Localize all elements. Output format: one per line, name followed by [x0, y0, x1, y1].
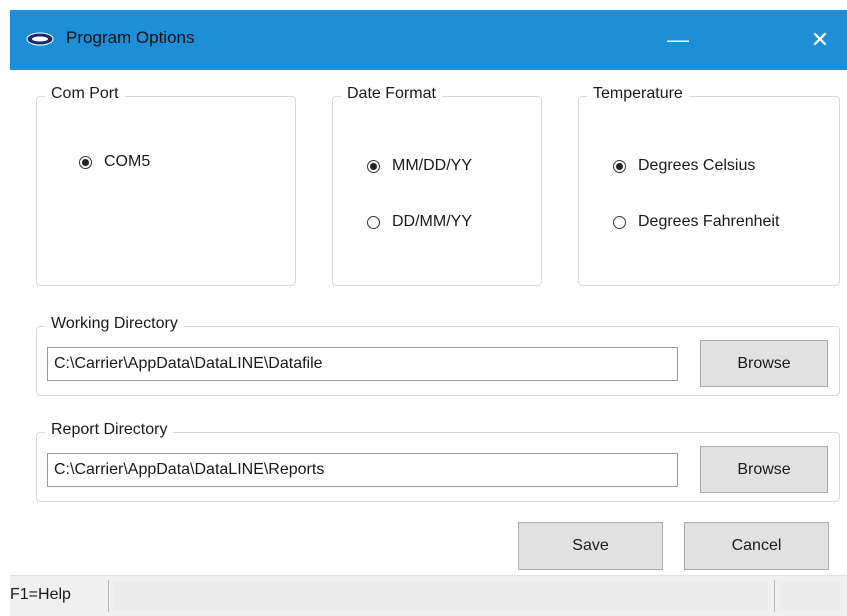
status-separator [774, 580, 775, 612]
status-bar: F1=Help [10, 575, 847, 616]
working-directory-browse-label: Browse [737, 354, 791, 372]
save-button[interactable]: Save [518, 522, 663, 570]
radio-dd-mm-yy-circle[interactable] [367, 215, 380, 229]
radio-degrees-celsius-circle[interactable] [613, 159, 626, 173]
close-button[interactable]: ✕ [792, 10, 847, 70]
minimize-button[interactable]: — [650, 10, 706, 70]
title-bar[interactable]: Program Options — ✕ [10, 10, 847, 70]
report-directory-browse-label: Browse [737, 460, 791, 478]
radio-dd-mm-yy-label: DD/MM/YY [392, 213, 472, 230]
radio-com5-circle[interactable] [79, 155, 92, 169]
cancel-button[interactable]: Cancel [684, 522, 829, 570]
minimize-icon: — [667, 27, 689, 52]
radio-degrees-celsius-label: Degrees Celsius [638, 157, 756, 174]
radio-com5-label: COM5 [104, 153, 151, 170]
radio-dd-mm-yy[interactable]: DD/MM/YY [367, 213, 472, 231]
save-button-label: Save [572, 537, 609, 554]
working-directory-legend: Working Directory [45, 315, 184, 333]
radio-com5[interactable]: COM5 [79, 153, 150, 171]
working-directory-input[interactable] [47, 347, 678, 381]
temperature-group: Temperature Degrees Celsius Degrees Fahr… [578, 85, 840, 286]
radio-mm-dd-yy-circle[interactable] [367, 159, 380, 173]
radio-mm-dd-yy-label: MM/DD/YY [392, 157, 472, 174]
close-icon: ✕ [810, 27, 830, 52]
radio-mm-dd-yy[interactable]: MM/DD/YY [367, 157, 472, 175]
date-format-group: Date Format MM/DD/YY DD/MM/YY [332, 85, 542, 286]
report-directory-browse-button[interactable]: Browse [700, 446, 828, 493]
radio-degrees-fahrenheit-circle[interactable] [613, 215, 626, 229]
temperature-legend: Temperature [587, 85, 689, 103]
radio-degrees-fahrenheit[interactable]: Degrees Fahrenheit [613, 213, 779, 231]
report-directory-input[interactable] [47, 453, 678, 487]
radio-degrees-fahrenheit-label: Degrees Fahrenheit [638, 213, 780, 230]
com-port-legend: Com Port [45, 85, 125, 103]
status-panel-right [780, 582, 840, 610]
com-port-group: Com Port COM5 [36, 85, 296, 286]
status-separator [108, 580, 109, 612]
report-directory-legend: Report Directory [45, 421, 174, 439]
date-format-legend: Date Format [341, 85, 442, 103]
window-title: Program Options [66, 28, 195, 47]
working-directory-browse-button[interactable]: Browse [700, 340, 828, 387]
carrier-logo-icon [26, 32, 54, 46]
status-help-text: F1=Help [10, 586, 71, 603]
cancel-button-label: Cancel [731, 537, 782, 554]
program-options-window: Program Options — ✕ Com Port COM5 Date F… [10, 10, 847, 616]
status-panel-main [114, 582, 768, 610]
radio-degrees-celsius[interactable]: Degrees Celsius [613, 157, 755, 175]
